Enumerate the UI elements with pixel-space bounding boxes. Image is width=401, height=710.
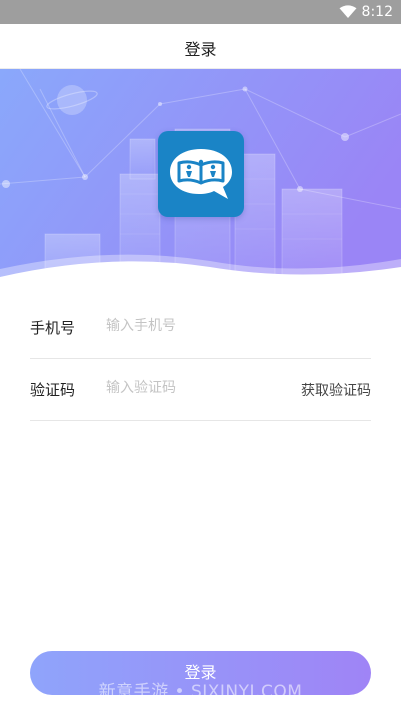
phone-label: 手机号 bbox=[30, 319, 76, 337]
get-code-button[interactable]: 获取验证码 bbox=[301, 380, 371, 400]
login-screen: 8:12 登录 手机号 输入手机号 验证码 输入验证码 获取验证码 登录 新意手… bbox=[0, 0, 401, 710]
wifi-icon bbox=[339, 5, 357, 18]
code-input[interactable] bbox=[106, 374, 286, 402]
title-bar: 登录 bbox=[0, 24, 401, 69]
phone-row: 手机号 bbox=[30, 296, 371, 359]
app-logo bbox=[158, 131, 244, 217]
book-chat-logo-icon bbox=[170, 149, 232, 199]
code-label: 验证码 bbox=[30, 381, 76, 399]
status-bar: 8:12 bbox=[0, 0, 401, 24]
login-button[interactable]: 登录 bbox=[30, 651, 371, 695]
phone-input[interactable] bbox=[106, 312, 286, 340]
status-time: 8:12 bbox=[361, 4, 393, 20]
page-title: 登录 bbox=[184, 40, 217, 59]
code-row: 验证码 获取验证码 bbox=[30, 358, 371, 421]
